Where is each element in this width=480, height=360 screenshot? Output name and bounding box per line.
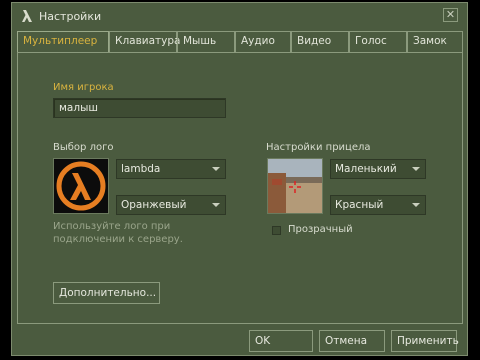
apply-button[interactable]: Применить: [391, 330, 459, 352]
tab-lock[interactable]: Замок: [407, 31, 463, 52]
half-life-lambda-icon: [22, 10, 32, 22]
tab-video[interactable]: Видео: [291, 31, 349, 52]
chevron-down-icon: [412, 203, 420, 207]
crosshair-preview: [267, 158, 323, 214]
logo-select-value: lambda: [121, 163, 161, 175]
advanced-button[interactable]: Дополнительно...: [53, 282, 160, 304]
window-title: Настройки: [39, 10, 102, 23]
logo-hint: Используйте лого при подключении к серве…: [53, 221, 183, 245]
transparent-label: Прозрачный: [288, 224, 353, 235]
player-name-label: Имя игрока: [53, 82, 114, 93]
logo-color-value: Оранжевый: [121, 199, 187, 211]
close-button[interactable]: ✕: [443, 8, 458, 22]
crosshair-preview-image: [268, 159, 322, 213]
tab-mouse[interactable]: Мышь: [177, 31, 235, 52]
crosshair-size-value: Маленький: [335, 163, 397, 175]
tab-keyboard[interactable]: Клавиатура: [109, 31, 180, 52]
lambda-logo-icon: [56, 161, 106, 211]
logo-preview: [53, 158, 109, 214]
tab-audio[interactable]: Аудио: [235, 31, 291, 52]
chevron-down-icon: [212, 203, 220, 207]
tab-multiplayer[interactable]: Мультиплеер: [17, 31, 109, 53]
chevron-down-icon: [412, 167, 420, 171]
logo-select-label: Выбор лого: [53, 142, 114, 153]
ok-button[interactable]: OK: [249, 330, 313, 352]
logo-color-select[interactable]: Оранжевый: [116, 195, 226, 215]
chevron-down-icon: [212, 167, 220, 171]
transparent-checkbox[interactable]: [272, 226, 281, 235]
tab-voice[interactable]: Голос: [349, 31, 407, 52]
settings-window: Настройки ✕ Мультиплеер Клавиатура Мышь …: [11, 2, 468, 356]
crosshair-settings-label: Настройки прицела: [266, 142, 371, 153]
crosshair-color-value: Красный: [335, 199, 384, 211]
crosshair-size-select[interactable]: Маленький: [330, 159, 426, 179]
cancel-button[interactable]: Отмена: [319, 330, 385, 352]
crosshair-color-select[interactable]: Красный: [330, 195, 426, 215]
logo-select[interactable]: lambda: [116, 159, 226, 179]
title-bar[interactable]: Настройки ✕: [12, 3, 467, 29]
player-name-input[interactable]: малыш: [53, 98, 226, 118]
